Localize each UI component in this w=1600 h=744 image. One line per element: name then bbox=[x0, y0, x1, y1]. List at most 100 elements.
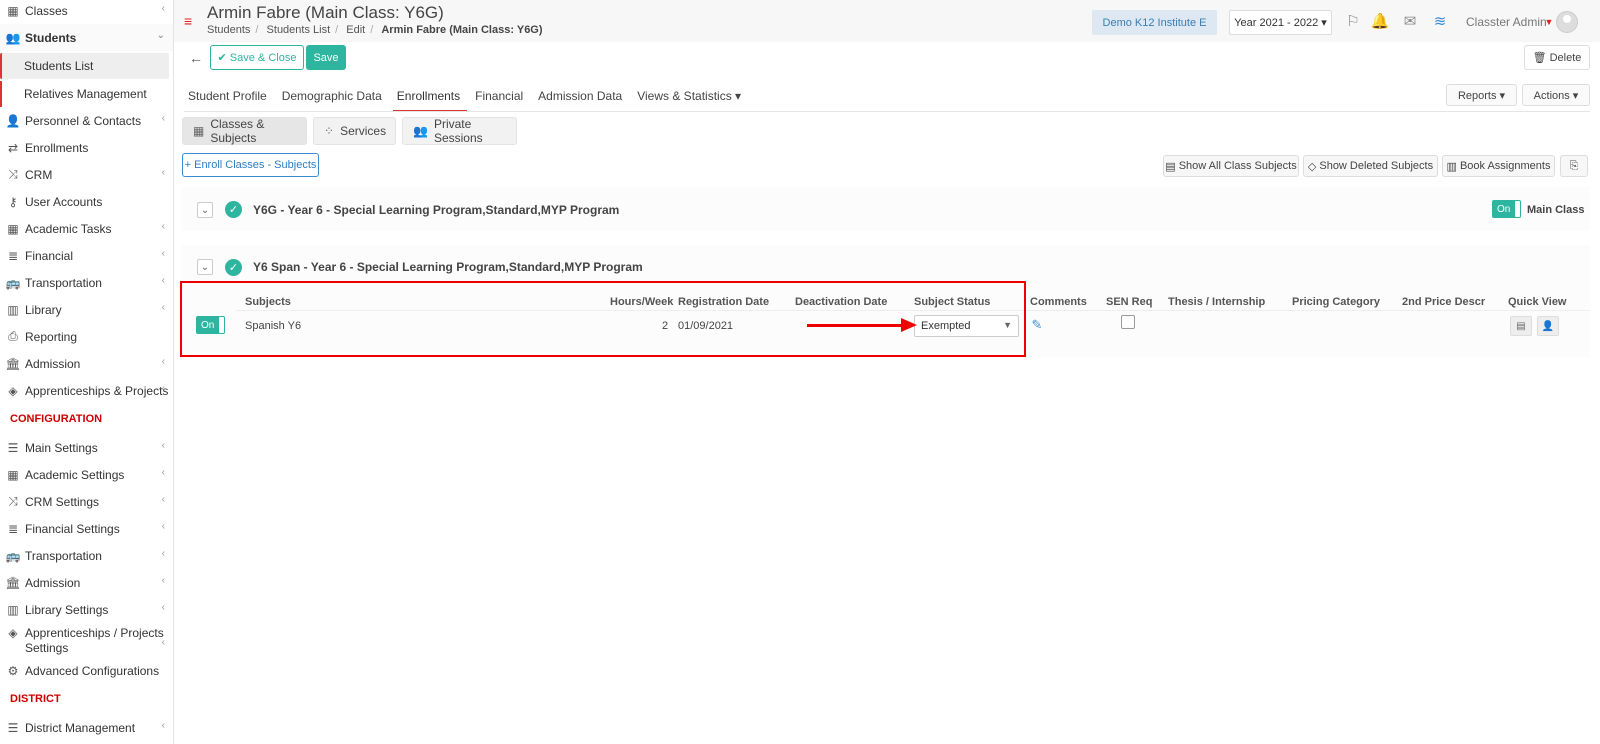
subtab-classes-subjects[interactable]: ▦ Classes & Subjects bbox=[182, 117, 307, 145]
sidebar-item-admission-settings[interactable]: 🏛 Admission ‹ bbox=[0, 569, 173, 596]
sidebar-sub-students-list[interactable]: Students List bbox=[0, 53, 169, 79]
avatar[interactable] bbox=[1556, 11, 1578, 33]
col-pricing-category: Pricing Category bbox=[1292, 296, 1381, 308]
sidebar-item-crm-settings[interactable]: ⤨ CRM Settings ‹ bbox=[0, 488, 173, 515]
sidebar-item-reporting[interactable]: ⎙ Reporting bbox=[0, 323, 173, 350]
sidebar-item-main-settings[interactable]: ☰ Main Settings ‹ bbox=[0, 434, 173, 461]
tab-views-statistics[interactable]: Views & Statistics ▾ bbox=[633, 82, 748, 112]
back-arrow-icon[interactable]: ← bbox=[188, 50, 204, 66]
show-all-class-subjects-button[interactable]: ▤ Show All Class Subjects bbox=[1163, 155, 1299, 177]
chevron-left-icon: ‹ bbox=[161, 637, 165, 648]
subtab-services[interactable]: ⁘ Services bbox=[313, 117, 396, 145]
library-icon: ▥ bbox=[7, 602, 19, 617]
subject-status-select[interactable]: Exempted ▼ bbox=[914, 315, 1019, 337]
table-header-divider bbox=[236, 310, 1590, 311]
sidebar-item-label: Reporting bbox=[25, 329, 78, 344]
sidebar-item-enrollments[interactable]: ⇄ Enrollments bbox=[0, 134, 173, 161]
services-icon: ⁘ bbox=[324, 124, 335, 138]
save-close-button[interactable]: ✔ Save & Close bbox=[210, 45, 304, 70]
financial-settings-icon: ≣ bbox=[7, 521, 19, 536]
flag-icon[interactable]: ⚐ bbox=[1344, 12, 1362, 30]
edit-comment-icon[interactable]: ✎ bbox=[1030, 317, 1044, 332]
chevron-left-icon: ‹ bbox=[161, 440, 165, 451]
chevron-left-icon: ‹ bbox=[161, 548, 165, 559]
col-comments: Comments bbox=[1030, 296, 1087, 308]
show-deleted-subjects-button[interactable]: ◇ Show Deleted Subjects bbox=[1303, 155, 1438, 177]
classes-icon: ▦ bbox=[7, 3, 19, 18]
chevron-left-icon: ‹ bbox=[161, 720, 165, 731]
delete-button[interactable]: 🗑 Delete bbox=[1524, 45, 1590, 70]
tab-financial[interactable]: Financial bbox=[471, 82, 530, 112]
book-assignments-button[interactable]: ▥ Book Assignments bbox=[1442, 155, 1555, 177]
sidebar-item-financial-settings[interactable]: ≣ Financial Settings ‹ bbox=[0, 515, 173, 542]
sidebar-item-classes[interactable]: ▦ Classes ‹ bbox=[0, 0, 173, 24]
sidebar-item-advanced-configurations[interactable]: ⚙ Advanced Configurations bbox=[0, 657, 173, 684]
year-selector[interactable]: Year 2021 - 2022 ▾ bbox=[1229, 10, 1332, 35]
subject-active-toggle[interactable]: On bbox=[196, 316, 225, 334]
sen-req-checkbox[interactable] bbox=[1121, 315, 1135, 329]
quick-view-user-button[interactable]: 👤 bbox=[1537, 316, 1559, 336]
sidebar-item-user-accounts[interactable]: ⚷ User Accounts bbox=[0, 188, 173, 215]
subtab-private-sessions[interactable]: 👥 Private Sessions bbox=[402, 117, 517, 145]
chevron-left-icon: ‹ bbox=[161, 167, 165, 178]
col-2nd-price-descr: 2nd Price Descr bbox=[1402, 296, 1486, 308]
expand-chevron-icon[interactable]: ⌄ bbox=[197, 259, 213, 275]
sidebar-item-district-management[interactable]: ☰ District Management ‹ bbox=[0, 714, 173, 741]
enroll-classes-subjects-button[interactable]: + Enroll Classes - Subjects bbox=[182, 153, 319, 177]
sidebar-item-label: Transportation bbox=[25, 548, 102, 563]
institute-selector[interactable]: Demo K12 Institute E bbox=[1092, 10, 1217, 35]
sidebar-item-label: Apprenticeships & Projects bbox=[25, 383, 169, 398]
admission-icon: 🏛 bbox=[5, 356, 21, 371]
tab-student-profile[interactable]: Student Profile bbox=[184, 82, 274, 112]
quick-view-calendar-button[interactable]: ▤ bbox=[1510, 316, 1532, 336]
bell-icon[interactable]: 🔔 bbox=[1371, 12, 1390, 30]
sidebar-item-transportation-settings[interactable]: 🚌 Transportation ‹ bbox=[0, 542, 173, 569]
reports-button[interactable]: Reports ▾ bbox=[1446, 84, 1517, 106]
tab-enrollments[interactable]: Enrollments bbox=[392, 82, 468, 112]
save-button[interactable]: Save bbox=[306, 45, 346, 70]
sidebar-item-financial[interactable]: ≣ Financial ‹ bbox=[0, 242, 173, 269]
actions-button[interactable]: Actions ▾ bbox=[1522, 84, 1590, 106]
sidebar-item-crm[interactable]: ⤨ CRM ‹ bbox=[0, 161, 173, 188]
breadcrumb-students[interactable]: Students bbox=[207, 24, 250, 36]
mail-icon[interactable]: ✉ bbox=[1401, 12, 1419, 30]
sidebar-item-library[interactable]: ▥ Library ‹ bbox=[0, 296, 173, 323]
sidebar-item-students[interactable]: 👥 Students ⌄ bbox=[0, 24, 173, 51]
sidebar-item-label: Enrollments bbox=[25, 140, 89, 155]
layers-icon[interactable]: ≋ bbox=[1431, 12, 1449, 30]
sidebar-item-label: Transportation bbox=[25, 275, 102, 290]
sidebar-item-apprenticeships[interactable]: ◈ Apprenticeships & Projects ‹ bbox=[0, 377, 173, 404]
col-deactivation-date: Deactivation Date bbox=[795, 296, 888, 308]
user-name[interactable]: Classter Admin bbox=[1466, 15, 1547, 29]
col-hours-week: Hours/Week bbox=[610, 296, 674, 308]
sidebar-item-apprenticeships-settings[interactable]: ◈ Apprenticeships / Projects Settings ‹ bbox=[0, 623, 173, 657]
chevron-left-icon: ‹ bbox=[161, 302, 165, 313]
hamburger-menu-icon[interactable]: ≡ bbox=[184, 14, 195, 28]
tab-demographic-data[interactable]: Demographic Data bbox=[278, 82, 389, 112]
user-icon: 👤 bbox=[1541, 320, 1555, 332]
sidebar-item-personnel[interactable]: 👤 Personnel & Contacts ‹ bbox=[0, 107, 173, 134]
tasks-icon: ▦ bbox=[7, 221, 19, 236]
main-class-toggle[interactable]: On bbox=[1492, 200, 1521, 218]
sidebar-item-transportation[interactable]: 🚌 Transportation ‹ bbox=[0, 269, 173, 296]
tab-admission-data[interactable]: Admission Data bbox=[534, 82, 629, 112]
breadcrumb: Students / Students List / Edit / Armin Fab… bbox=[207, 24, 543, 36]
sidebar-item-academic-settings[interactable]: ▦ Academic Settings ‹ bbox=[0, 461, 173, 488]
top-header: ≡ Armin Fabre (Main Class: Y6G) Students… bbox=[174, 0, 1600, 42]
sidebar-section-district: DISTRICT bbox=[10, 693, 61, 705]
sidebar-item-library-settings[interactable]: ▥ Library Settings ‹ bbox=[0, 596, 173, 623]
sidebar-item-label: Library bbox=[25, 302, 62, 317]
sidebar-item-academic-tasks[interactable]: ▦ Academic Tasks ‹ bbox=[0, 215, 173, 242]
sidebar-sub-relatives-management[interactable]: Relatives Management bbox=[0, 81, 173, 107]
breadcrumb-current: Armin Fabre (Main Class: Y6G) bbox=[381, 24, 543, 36]
col-thesis-internship: Thesis / Internship bbox=[1168, 296, 1266, 308]
chevron-left-icon: ‹ bbox=[161, 221, 165, 232]
expand-chevron-icon[interactable]: ⌄ bbox=[197, 202, 213, 218]
breadcrumb-edit[interactable]: Edit bbox=[346, 24, 365, 36]
history-button[interactable]: ⎘ bbox=[1560, 155, 1588, 177]
breadcrumb-students-list[interactable]: Students List bbox=[267, 24, 331, 36]
calendar-icon: ▤ bbox=[1516, 320, 1526, 332]
page-title: Armin Fabre (Main Class: Y6G) bbox=[207, 3, 444, 22]
col-sen-req: SEN Req bbox=[1106, 296, 1153, 308]
sidebar-item-admission[interactable]: 🏛 Admission ‹ bbox=[0, 350, 173, 377]
